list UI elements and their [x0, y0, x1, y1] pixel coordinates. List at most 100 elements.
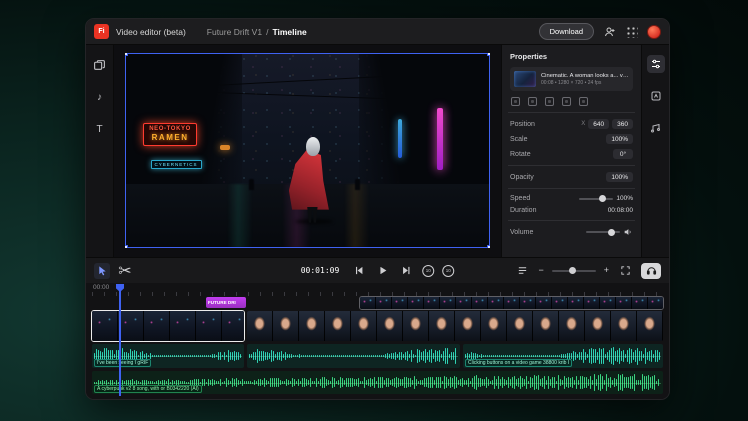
zoom-in-icon[interactable]: +	[604, 266, 609, 275]
properties-panel: Properties Cinematic. A woman looks a...…	[501, 45, 641, 257]
zoom-slider[interactable]	[552, 270, 596, 272]
audio-track: I've been seeing I gRIF Clicking buttons…	[92, 344, 663, 368]
volume-label: Volume	[510, 229, 533, 236]
transport-controls: 00:01:09 10 10	[301, 263, 455, 279]
transform-bounding-box[interactable]	[125, 53, 490, 248]
preview-area: NEO-TOKYO RAMEN CYBERNETICS	[114, 45, 501, 257]
transform-handle[interactable]	[487, 245, 490, 248]
video-clip[interactable]	[247, 311, 663, 341]
select-tool-icon[interactable]	[94, 263, 110, 279]
user-avatar[interactable]	[647, 25, 661, 39]
selected-clip-card[interactable]: Cinematic. A woman looks a... v8genvid 0…	[510, 67, 633, 91]
speaker-icon[interactable]	[623, 227, 633, 237]
audio-panel-icon[interactable]	[647, 119, 665, 137]
duration-label: Duration	[510, 207, 536, 214]
headphones-button[interactable]	[641, 263, 661, 279]
scale-label: Scale	[510, 136, 528, 143]
music-clip[interactable]: A cyberpunk v2 8 song, with or B0342220 …	[92, 371, 663, 394]
timeline[interactable]: 00:00 FUTURE DRI	[86, 283, 669, 399]
audio-clip[interactable]: I've been seeing I gRIF	[92, 344, 244, 368]
opacity-row: Opacity 100%	[510, 172, 633, 182]
breadcrumb-project[interactable]: Future Drift V1	[207, 27, 262, 37]
speed-slider-knob[interactable]	[599, 195, 606, 202]
transform-handle[interactable]	[125, 53, 128, 56]
current-timecode: 00:01:09	[301, 266, 340, 275]
speed-slider[interactable]	[579, 198, 613, 200]
breadcrumb-separator: /	[266, 27, 268, 37]
playhead[interactable]	[119, 284, 121, 396]
position-row: Position X 640 360	[510, 119, 633, 129]
opacity-label: Opacity	[510, 174, 534, 181]
clip-name: Cinematic. A woman looks a... v8genvid	[541, 73, 629, 79]
timeline-tools: ✂	[94, 263, 133, 279]
time-ruler[interactable]: 00:00	[92, 283, 663, 296]
position-x-input[interactable]: 640	[588, 119, 609, 129]
effects-panel-icon[interactable]	[647, 87, 665, 105]
audio-clip[interactable]	[247, 344, 460, 368]
app-title: Video editor (beta)	[116, 27, 186, 37]
volume-row: Volume	[510, 227, 633, 237]
right-panel-rail	[641, 45, 669, 257]
title-clip[interactable]: FUTURE DRI	[206, 297, 246, 308]
clip-tools-row	[511, 97, 632, 106]
skip-back-10-icon[interactable]: 10	[422, 265, 434, 277]
audio-icon[interactable]: ♪	[92, 89, 108, 105]
main-area: ♪ T NEO-TOKYO RAMEN	[86, 45, 669, 257]
zoom-out-icon[interactable]: −	[538, 266, 543, 275]
left-toolbar: ♪ T	[86, 45, 114, 257]
volume-controls	[586, 227, 633, 237]
more-options-icon[interactable]	[579, 97, 588, 106]
volume-slider[interactable]	[586, 231, 620, 233]
color-icon[interactable]	[545, 97, 554, 106]
video-clip-selected[interactable]	[92, 311, 244, 341]
effects-icon[interactable]	[562, 97, 571, 106]
video-frame: NEO-TOKYO RAMEN CYBERNETICS	[125, 53, 490, 248]
video-filmstrip	[247, 311, 663, 341]
previous-frame-icon[interactable]	[350, 263, 366, 279]
opacity-input[interactable]: 100%	[606, 172, 633, 182]
next-frame-icon[interactable]	[398, 263, 414, 279]
speed-value: 100%	[616, 195, 633, 202]
download-button[interactable]: Download	[539, 23, 594, 40]
razor-tool-icon[interactable]: ✂	[117, 263, 133, 279]
rotate-input[interactable]: 0°	[613, 149, 633, 159]
video-track	[92, 311, 663, 341]
audio-clip-label: Clicking buttons on a video game 38800 k…	[465, 359, 572, 367]
overlay-filmstrip	[360, 297, 663, 309]
volume-slider-knob[interactable]	[608, 229, 615, 236]
clip-info: 00:08 • 1280 × 720 • 24 fps	[541, 80, 629, 86]
text-tool-icon[interactable]: T	[92, 121, 108, 137]
scale-input[interactable]: 100%	[606, 134, 633, 144]
divider	[508, 220, 635, 221]
overlay-video-clip[interactable]	[360, 297, 663, 309]
rotate-label: Rotate	[510, 151, 531, 158]
speed-label: Speed	[510, 195, 530, 202]
audio-clip[interactable]: Clicking buttons on a video game 38800 k…	[463, 344, 663, 368]
skip-forward-10-icon[interactable]: 10	[442, 265, 454, 277]
video-filmstrip	[92, 311, 244, 341]
position-y-input[interactable]: 360	[612, 119, 633, 129]
replace-icon[interactable]	[511, 97, 520, 106]
apps-grid-icon[interactable]	[625, 25, 638, 38]
play-icon[interactable]	[374, 263, 390, 279]
topbar-actions: Download	[539, 23, 661, 40]
zoom-slider-knob[interactable]	[569, 267, 576, 274]
music-clip-label: A cyberpunk v2 8 song, with or B0342220 …	[94, 385, 202, 393]
video-preview[interactable]: NEO-TOKYO RAMEN CYBERNETICS	[125, 53, 490, 248]
properties-panel-icon[interactable]	[647, 55, 665, 73]
transform-handle[interactable]	[125, 245, 128, 248]
clip-thumbnail	[514, 71, 536, 87]
transform-handle[interactable]	[487, 53, 490, 56]
position-label: Position	[510, 121, 535, 128]
firefly-logo[interactable]: Fi	[94, 24, 109, 39]
app-window: Fi Video editor (beta) Future Drift V1 /…	[85, 18, 670, 400]
invite-user-icon[interactable]	[603, 25, 616, 38]
media-icon[interactable]	[92, 57, 108, 73]
trim-icon[interactable]	[528, 97, 537, 106]
duration-value: 00:08:00	[608, 207, 633, 214]
position-x-label: X	[581, 121, 585, 127]
fit-timeline-icon[interactable]	[617, 263, 633, 279]
track-options-icon[interactable]	[514, 263, 530, 279]
clip-meta: Cinematic. A woman looks a... v8genvid 0…	[541, 73, 629, 86]
desktop-background: Fi Video editor (beta) Future Drift V1 /…	[0, 0, 748, 421]
